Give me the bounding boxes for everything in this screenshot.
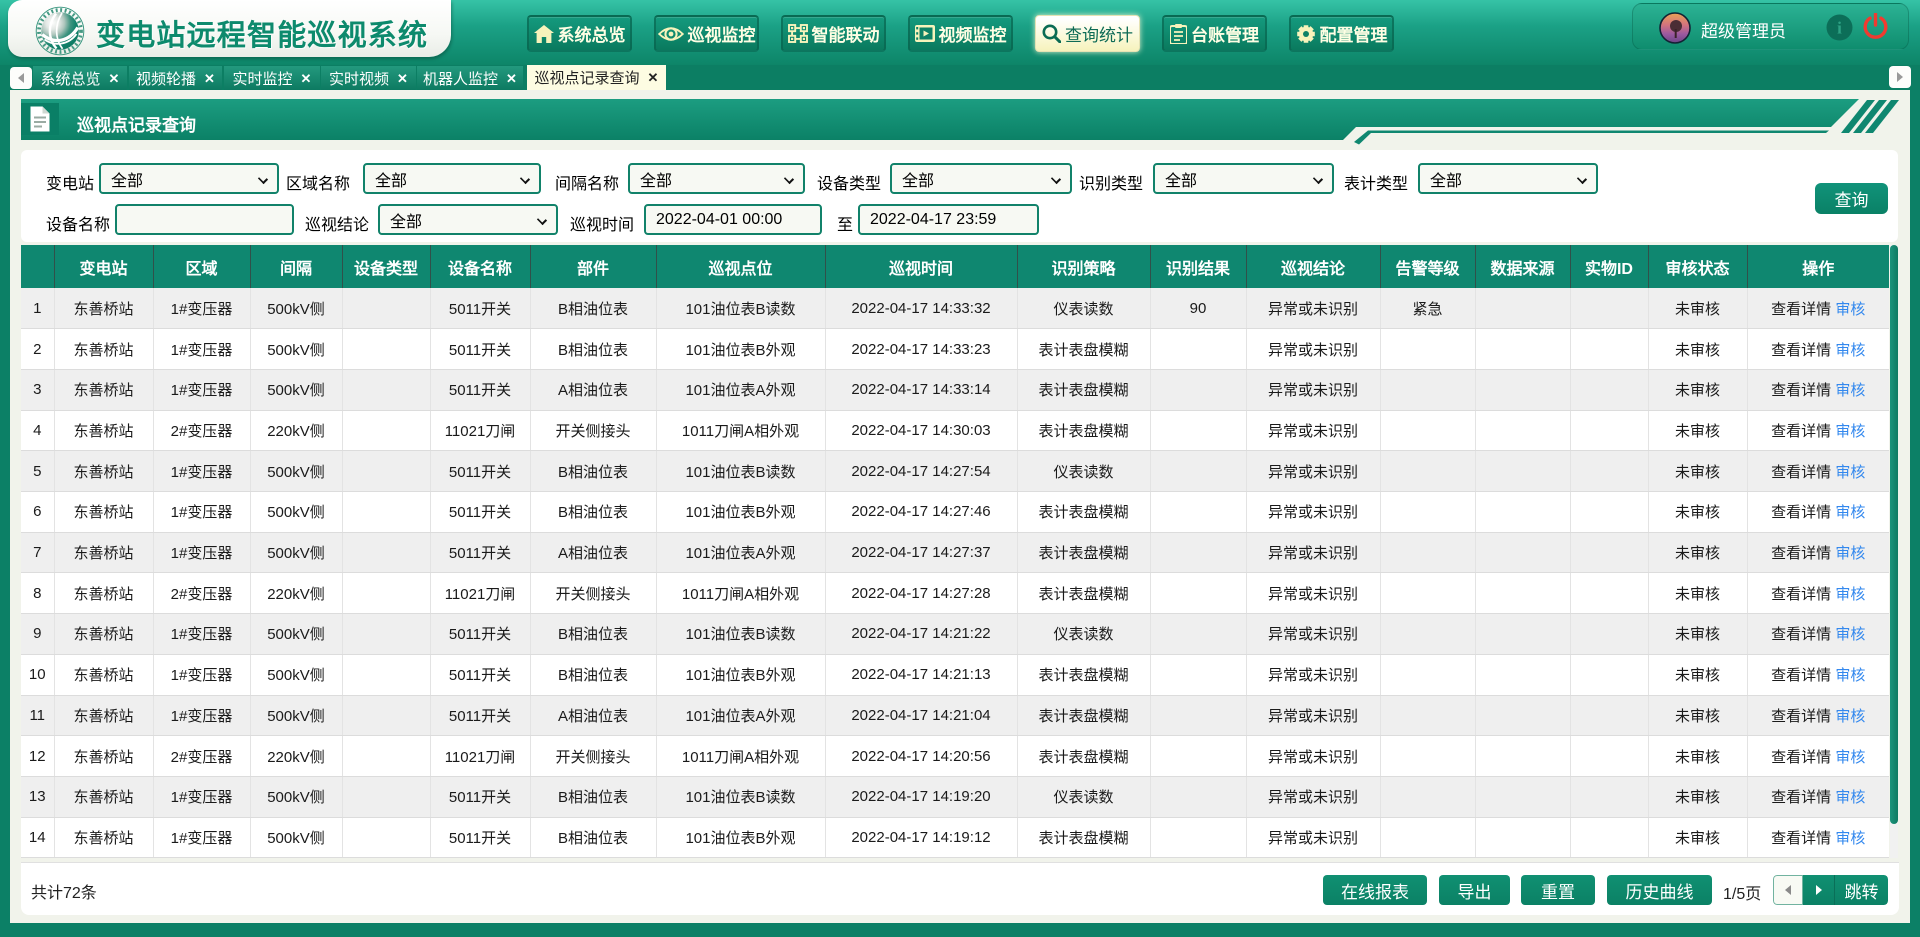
svg-text:i: i [1837,19,1842,38]
